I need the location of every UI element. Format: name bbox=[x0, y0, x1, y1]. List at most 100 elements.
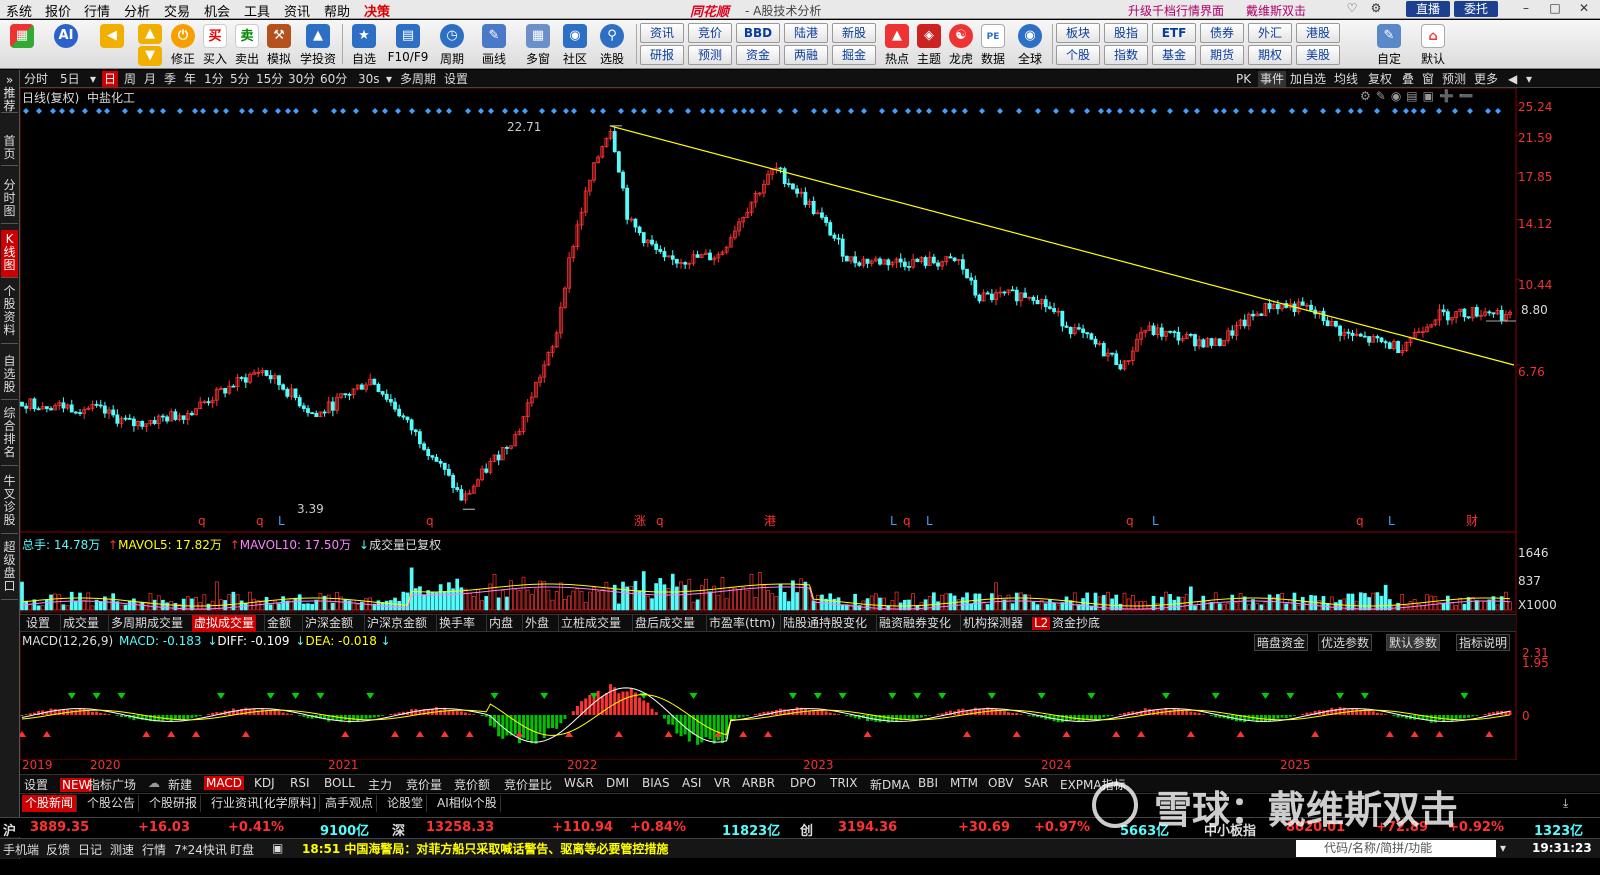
left-tab-profile[interactable]: 个股资料 bbox=[1, 282, 18, 344]
menu-tools[interactable]: 工具 bbox=[244, 1, 270, 20]
pk-button[interactable]: PK bbox=[1236, 71, 1251, 87]
window-button[interactable]: 窗 bbox=[1422, 71, 1434, 87]
promo-link[interactable]: 戴维斯双击 bbox=[1246, 2, 1306, 19]
toolbar-community[interactable]: ◉ 社区 bbox=[560, 21, 590, 68]
ind-auction-ratio[interactable]: 竞价量比 bbox=[504, 776, 552, 793]
ind-sar[interactable]: SAR bbox=[1024, 776, 1048, 790]
toolbar-stockpick[interactable]: ⚲ 选股 bbox=[594, 21, 630, 68]
toolbar-custom[interactable]: ✎ 自定 bbox=[1372, 21, 1406, 68]
quick-index[interactable]: 指数 bbox=[1104, 45, 1148, 65]
ind-tab-hsj-amount[interactable]: 沪深京金额 bbox=[364, 615, 429, 632]
camera-icon[interactable]: ▣ bbox=[272, 841, 283, 855]
status-diary[interactable]: 日记 bbox=[78, 841, 102, 858]
menu-decision[interactable]: 决策 bbox=[364, 1, 390, 20]
menu-news[interactable]: 资讯 bbox=[284, 1, 310, 20]
overlay-button[interactable]: 叠 bbox=[1402, 71, 1414, 87]
ind-wr[interactable]: W&R bbox=[564, 776, 594, 790]
ind-tab-institution[interactable]: 机构探测器 bbox=[960, 615, 1025, 632]
quick-sector[interactable]: 板块 bbox=[1056, 23, 1100, 43]
search-input[interactable]: 代码/名称/简拼/功能 bbox=[1296, 840, 1496, 857]
toolbar-f10[interactable]: ▤ F10/F9 bbox=[386, 21, 430, 68]
ind-bbi[interactable]: BBI bbox=[918, 776, 938, 790]
left-tab-timeshare[interactable]: 分时图 bbox=[1, 176, 18, 224]
period-30s[interactable]: 30s bbox=[356, 71, 382, 87]
quick-bond[interactable]: 债券 bbox=[1200, 23, 1244, 43]
ind-dmi[interactable]: DMI bbox=[606, 776, 629, 790]
news-tab-stock-news[interactable]: 个股新闻 bbox=[22, 795, 78, 812]
menu-trade[interactable]: 交易 bbox=[164, 1, 190, 20]
ind-tab-bottom-fishing[interactable]: 资金抄底 bbox=[1050, 615, 1102, 632]
quick-margin[interactable]: 两融 bbox=[784, 45, 828, 65]
forecast-button[interactable]: 预测 bbox=[1442, 71, 1466, 87]
ind-auction-vol[interactable]: 竞价量 bbox=[406, 776, 442, 793]
toolbar-default[interactable]: ⌂ 默认 bbox=[1416, 21, 1450, 68]
status-flash-news[interactable]: 7*24快讯 bbox=[174, 841, 227, 858]
toolbar-sell[interactable]: 卖卖出 bbox=[232, 21, 262, 68]
ind-mtm[interactable]: MTM bbox=[950, 776, 978, 790]
quick-futures[interactable]: 期货 bbox=[1200, 45, 1244, 65]
menu-analysis[interactable]: 分析 bbox=[124, 1, 150, 20]
toolbar-theme[interactable]: ◈ 主题 bbox=[914, 21, 944, 68]
quick-auction[interactable]: 竞价 bbox=[688, 23, 732, 43]
ind-vr[interactable]: VR bbox=[714, 776, 731, 790]
ind-trix[interactable]: TRIX bbox=[830, 776, 857, 790]
default-params-button[interactable]: 默认参数 bbox=[1386, 634, 1441, 651]
ind-dpo[interactable]: DPO bbox=[790, 776, 816, 790]
news-tab-announcement[interactable]: 个股公告 bbox=[84, 795, 140, 812]
chart-area[interactable]: qqLq涨q港LqLqLqL财 bbox=[20, 88, 1600, 760]
toolbar-draw[interactable]: ✎ 画线 bbox=[476, 21, 512, 68]
menu-quote[interactable]: 报价 bbox=[45, 1, 71, 20]
left-tab-kline[interactable]: K线图 bbox=[1, 230, 18, 278]
quick-forex[interactable]: 外汇 bbox=[1248, 23, 1292, 43]
ind-settings[interactable]: 设置 bbox=[24, 776, 48, 793]
chart-tool-icons[interactable]: ⚙✎◉▤▣➕➖ bbox=[1360, 89, 1479, 103]
status-feedback[interactable]: 反馈 bbox=[46, 841, 70, 858]
quick-ipo[interactable]: 新股 bbox=[832, 23, 876, 43]
ind-new[interactable]: 新建 bbox=[168, 776, 192, 793]
ind-obv[interactable]: OBV bbox=[988, 776, 1014, 790]
status-speedtest[interactable]: 测速 bbox=[110, 841, 134, 858]
period-5day[interactable]: 5日 bbox=[58, 71, 82, 87]
event-button[interactable]: 事件 bbox=[1258, 71, 1287, 87]
ind-tab-pile-volume[interactable]: 立桩成交量 bbox=[558, 615, 623, 632]
ind-tab-virtual-volume[interactable]: 虚拟成交量 bbox=[192, 615, 257, 632]
toolbar-watchlist[interactable]: ★ 自选 bbox=[346, 21, 382, 68]
toolbar-global[interactable]: ◉ 全球 bbox=[1012, 21, 1048, 68]
ind-plaza[interactable]: 指标广场 bbox=[88, 776, 136, 793]
quick-us-stocks[interactable]: 美股 bbox=[1296, 45, 1340, 65]
period-60min[interactable]: 60分 bbox=[318, 71, 349, 87]
quick-bbd[interactable]: BBD bbox=[736, 23, 780, 43]
more-button[interactable]: 更多 bbox=[1474, 71, 1498, 87]
period-settings[interactable]: 设置 bbox=[442, 71, 470, 87]
toolbar-dragon[interactable]: ☯ 龙虎 bbox=[946, 21, 976, 68]
ind-boll[interactable]: BOLL bbox=[324, 776, 355, 790]
ai-icon-button[interactable]: AI bbox=[50, 21, 82, 68]
toolbar-data[interactable]: PE 数据 bbox=[978, 21, 1008, 68]
dropdown-caret-icon[interactable]: ▾ bbox=[386, 71, 392, 87]
ind-tab-inner[interactable]: 内盘 bbox=[486, 615, 515, 632]
news-tab-research[interactable]: 个股研报 bbox=[146, 795, 202, 812]
ma-button[interactable]: 均线 bbox=[1334, 71, 1358, 87]
toolbar-buy[interactable]: 买买入 bbox=[200, 21, 230, 68]
ind-kdj[interactable]: KDJ bbox=[254, 776, 275, 790]
period-multi[interactable]: 多周期 bbox=[398, 71, 438, 87]
indicator-help-button[interactable]: 指标说明 bbox=[1456, 634, 1511, 651]
status-mobile[interactable]: 手机端 bbox=[3, 841, 39, 858]
restore-icon[interactable]: – bbox=[1516, 1, 1536, 17]
close-icon[interactable]: ✕ bbox=[1574, 1, 1594, 17]
status-watch[interactable]: 盯盘 bbox=[230, 841, 254, 858]
toolbar-modify[interactable]: ⏻ 修正 bbox=[166, 21, 200, 68]
dropdown-caret-icon[interactable]: ▾ bbox=[90, 71, 96, 87]
news-tab-industry[interactable]: 行业资讯[化学原料] bbox=[208, 795, 321, 812]
quick-hk-stocks[interactable]: 港股 bbox=[1296, 23, 1340, 43]
live-button[interactable]: 直播 bbox=[1406, 1, 1450, 17]
period-timeshare[interactable]: 分时 bbox=[22, 71, 50, 87]
home-icon-button[interactable]: ▦ bbox=[6, 21, 38, 68]
ind-tab-afterhours[interactable]: 盘后成交量 bbox=[632, 615, 697, 632]
period-month[interactable]: 月 bbox=[142, 71, 158, 87]
maximize-icon[interactable]: □ bbox=[1545, 1, 1565, 17]
upgrade-link[interactable]: 升级千档行情界面 bbox=[1128, 2, 1224, 19]
ind-asi[interactable]: ASI bbox=[682, 776, 701, 790]
left-tab-recommend[interactable]: » 推荐 bbox=[1, 73, 18, 113]
dropdown-caret-icon[interactable]: ▾ bbox=[1526, 71, 1532, 87]
